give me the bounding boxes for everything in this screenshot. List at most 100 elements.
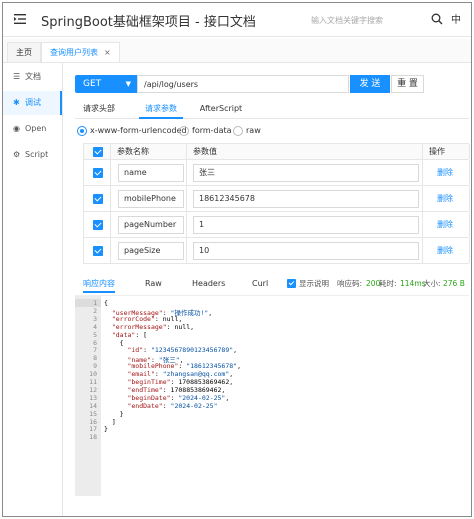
search-icon[interactable] (431, 13, 443, 25)
radio-form-data[interactable]: form-data (179, 125, 232, 139)
radio-raw[interactable]: raw (233, 125, 261, 139)
response-size-label: 大小: (423, 279, 441, 288)
sidebar-item-label: 文档 (25, 72, 41, 81)
code-line: "endDate": "2024-02-25" (127, 401, 218, 410)
request-section-tabs: 请求头部 请求参数 AfterScript (75, 99, 469, 119)
header-check-cell (84, 144, 111, 159)
open-icon: ◉ (13, 124, 20, 133)
send-button[interactable]: 发 送 (350, 75, 390, 93)
request-url-input[interactable] (137, 75, 349, 93)
tab-request-headers[interactable]: 请求头部 (77, 99, 121, 119)
response-size-value: 276 B (443, 279, 465, 288)
line-number: 15 (89, 409, 97, 418)
param-name-input[interactable]: name (118, 164, 184, 182)
delete-param-link[interactable]: 删除 (437, 238, 453, 264)
row-name-cell: name (111, 160, 187, 185)
radio-label: raw (246, 126, 261, 135)
code-line: "beginDate": "2024-02-25", (127, 393, 230, 402)
row-op-cell: 删除 (423, 186, 470, 211)
response-code-editor[interactable]: 1 2 3 4 5 6 7 8 9 10 11 12 13 14 15 16 17 18 { "userMessa… (75, 295, 469, 496)
line-number: 16 (89, 417, 97, 426)
row-checkbox[interactable] (93, 194, 103, 204)
param-name-input[interactable]: mobilePhone (118, 190, 184, 208)
language-switch-button[interactable]: 中 (451, 11, 461, 26)
param-name-input[interactable]: pageSize (118, 242, 184, 260)
sidebar-item-script[interactable]: ⚙ Script (3, 143, 62, 167)
sidebar-item-label: Open (25, 124, 47, 133)
code-line: "beginTime": 1708853869462, (127, 378, 234, 386)
row-checkbox[interactable] (93, 246, 103, 256)
page-tabs: 主页 查询用户列表 × (3, 39, 471, 63)
line-number: 2 (93, 306, 97, 315)
elapsed-time-value: 114ms (400, 279, 426, 288)
row-value-cell: 张三 (187, 160, 423, 185)
tab-response-curl[interactable]: Curl (252, 277, 268, 293)
param-value-input[interactable]: 1 (193, 216, 419, 234)
line-number: 18 (89, 433, 97, 442)
line-number: 5 (93, 330, 97, 339)
row-checkbox[interactable] (93, 168, 103, 178)
tab-response-headers[interactable]: Headers (192, 277, 225, 293)
line-number: 9 (93, 362, 97, 371)
row-checkbox[interactable] (93, 220, 103, 230)
line-number: 13 (89, 393, 97, 402)
sidebar-item-open[interactable]: ◉ Open (3, 117, 62, 141)
row-value-cell: 10 (187, 238, 423, 263)
line-number: 3 (93, 314, 97, 323)
sidebar-item-doc[interactable]: ☰ 文档 (3, 65, 62, 89)
delete-param-link[interactable]: 删除 (437, 212, 453, 238)
sidebar-item-label: Script (25, 150, 49, 159)
line-number: 1 (75, 299, 101, 307)
param-value-input[interactable]: 18612345678 (193, 190, 419, 208)
param-name-input[interactable]: pageNumber (118, 216, 184, 234)
tab-after-script[interactable]: AfterScript (199, 99, 243, 119)
code-line: "errorCode": null, (111, 314, 183, 323)
line-number: 12 (89, 385, 97, 394)
close-icon[interactable]: × (104, 48, 111, 57)
reset-button[interactable]: 重 置 (391, 75, 424, 93)
show-description-checkbox[interactable] (287, 279, 296, 288)
code-line: { (104, 299, 108, 307)
row-name-cell: pageNumber (111, 212, 187, 237)
code-line: } (104, 425, 108, 434)
params-table: 参数名称 参数值 操作 name 张三 删除 mobilePhone 18612… (83, 143, 470, 264)
param-value-input[interactable]: 张三 (193, 164, 419, 182)
tab-home[interactable]: 主页 (7, 42, 41, 62)
http-method-select[interactable]: GET ▼ (75, 75, 137, 93)
tab-query-user-list[interactable]: 查询用户列表 × (41, 42, 120, 62)
select-all-checkbox[interactable] (93, 147, 103, 157)
table-row: name 张三 删除 (84, 160, 470, 186)
tab-response-content[interactable]: 响应内容 (83, 277, 115, 293)
header-operation: 操作 (423, 144, 470, 159)
row-op-cell: 删除 (423, 212, 470, 237)
menu-fold-icon[interactable] (13, 12, 27, 26)
tab-request-params[interactable]: 请求参数 (139, 99, 183, 119)
delete-param-link[interactable]: 删除 (437, 160, 453, 186)
delete-param-link[interactable]: 删除 (437, 186, 453, 212)
table-row: mobilePhone 18612345678 删除 (84, 186, 470, 212)
radio-urlencoded[interactable]: x-www-form-urlencoded (77, 125, 187, 139)
status-code-label: 响应码: (337, 279, 363, 288)
table-header-row: 参数名称 参数值 操作 (84, 144, 470, 160)
top-header: SpringBoot基础框架项目 - 接口文档 中 (3, 3, 471, 37)
tab-response-raw[interactable]: Raw (145, 277, 162, 293)
param-value-input[interactable]: 10 (193, 242, 419, 260)
app-title: SpringBoot基础框架项目 - 接口文档 (41, 15, 256, 30)
radio-label: form-data (192, 126, 232, 135)
sidebar-item-label: 调试 (25, 98, 41, 107)
sidebar-item-debug[interactable]: ✱ 调试 (3, 91, 62, 115)
header-param-name: 参数名称 (111, 144, 187, 159)
elapsed-time-label: 耗时: (379, 279, 397, 288)
doc-search-input[interactable] (311, 11, 423, 29)
line-number: 14 (89, 401, 97, 410)
line-number-gutter: 1 2 3 4 5 6 7 8 9 10 11 12 13 14 15 16 17 18 (75, 296, 101, 496)
chevron-down-icon: ▼ (125, 80, 131, 88)
row-value-cell: 1 (187, 212, 423, 237)
table-row: pageNumber 1 删除 (84, 212, 470, 238)
line-number: 6 (93, 338, 97, 347)
table-row: pageSize 10 删除 (84, 238, 470, 264)
line-number: 10 (89, 370, 97, 379)
row-check-cell (84, 212, 111, 237)
code-line: ] (104, 417, 116, 426)
row-value-cell: 18612345678 (187, 186, 423, 211)
